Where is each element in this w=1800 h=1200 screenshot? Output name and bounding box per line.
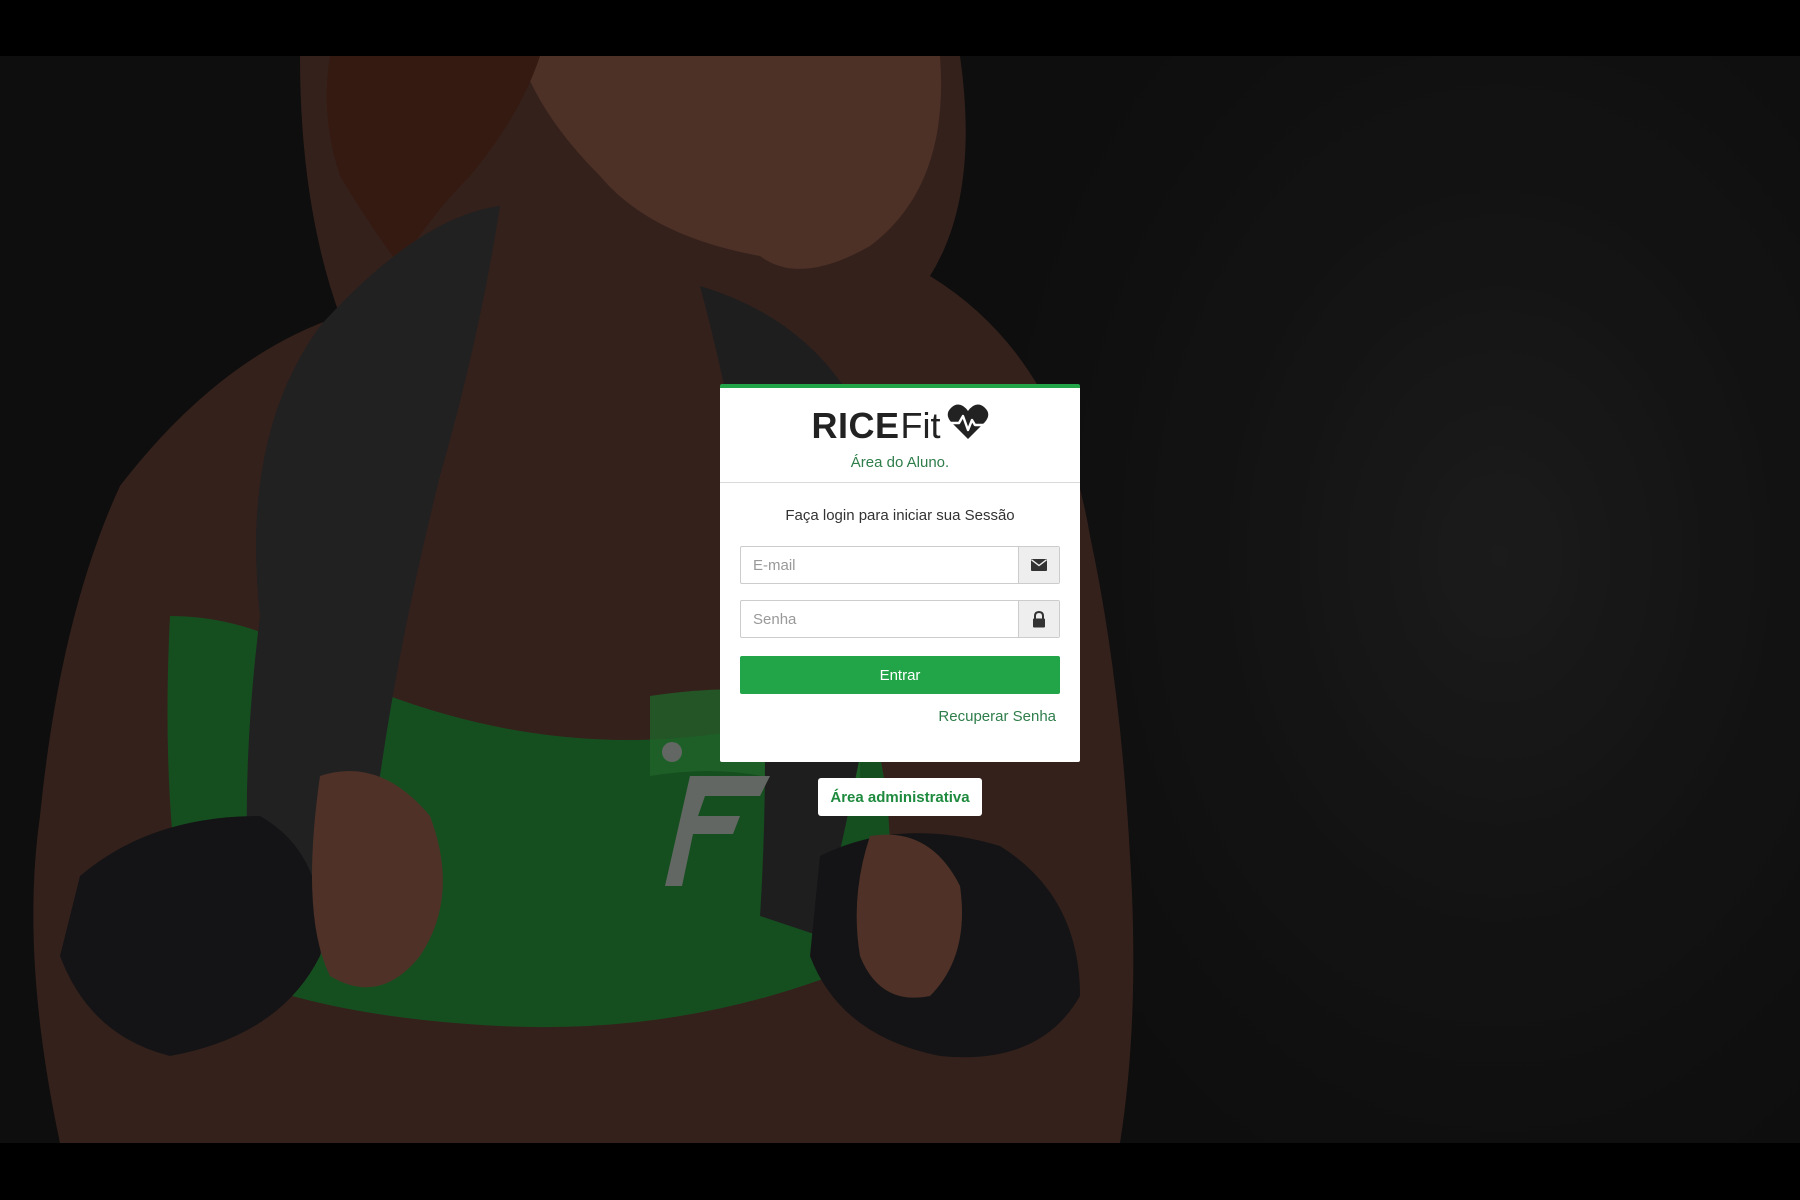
password-field[interactable]	[740, 600, 1060, 638]
email-field[interactable]	[740, 546, 1060, 584]
recover-password-link[interactable]: Recuperar Senha	[938, 708, 1056, 725]
email-input[interactable]	[741, 547, 1018, 583]
brand-name-bold: RICE	[811, 405, 900, 446]
brand-logo: RICE Fit	[720, 388, 1080, 446]
lock-icon	[1018, 601, 1059, 637]
password-input[interactable]	[741, 601, 1018, 637]
login-message: Faça login para iniciar sua Sessão	[785, 507, 1015, 524]
brand-subtitle: Área do Aluno.	[850, 454, 950, 471]
login-box: RICE Fit Área do Aluno. Faça login para …	[720, 384, 1080, 762]
logo-area: RICE Fit Área do Aluno.	[720, 388, 1080, 483]
admin-area-button[interactable]: Área administrativa	[818, 778, 982, 816]
login-button[interactable]: Entrar	[740, 656, 1060, 694]
bottom-bar	[0, 1143, 1800, 1200]
brand-name-light: Fit	[900, 405, 941, 446]
heartbeat-icon	[947, 403, 989, 446]
top-bar	[0, 0, 1800, 58]
envelope-icon	[1018, 547, 1059, 583]
